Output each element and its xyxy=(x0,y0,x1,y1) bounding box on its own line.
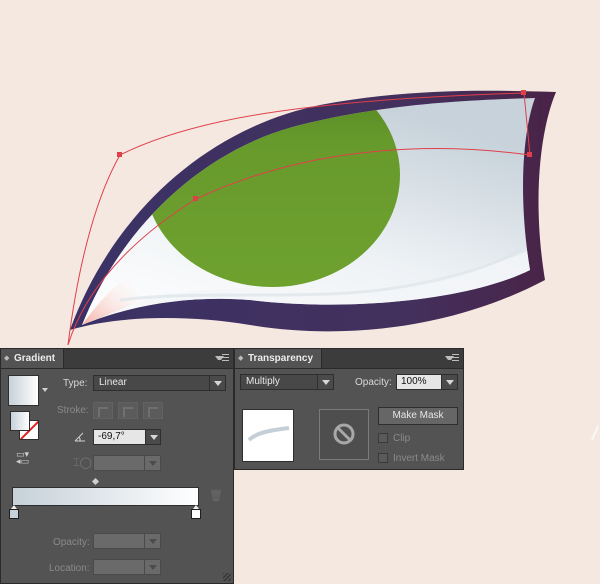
opacity-dropdown[interactable] xyxy=(93,533,161,549)
gradient-swatch-icon[interactable] xyxy=(8,375,39,406)
tab-gradient-label: Gradient xyxy=(14,353,56,364)
clip-label: Clip xyxy=(393,433,411,444)
angle-value: -69,7° xyxy=(98,431,125,442)
panel-menu-icon[interactable] xyxy=(215,353,229,363)
invert-mask-checkbox[interactable] xyxy=(378,453,388,463)
chevron-down-icon xyxy=(317,375,333,389)
aspect-ratio-icon: ⌶◯ xyxy=(73,457,92,469)
object-thumbnail[interactable] xyxy=(242,409,294,462)
tab-gradient[interactable]: ◆ Gradient xyxy=(1,349,65,368)
swatch-dropdown-icon[interactable] xyxy=(42,388,48,392)
transparency-opacity-field[interactable]: 100% xyxy=(396,374,442,390)
chevron-down-icon xyxy=(442,375,457,389)
angle-icon xyxy=(74,432,86,442)
no-mask-icon[interactable] xyxy=(319,409,369,460)
gradient-slider[interactable] xyxy=(12,487,199,506)
opacity-label: Opacity: xyxy=(53,537,90,548)
gradient-panel-header: ◆ Gradient xyxy=(1,349,233,369)
invert-mask-label: Invert Mask xyxy=(393,453,445,464)
type-value: Linear xyxy=(99,377,127,388)
stroke-across-button[interactable] xyxy=(143,402,163,419)
transparency-opacity-label: Opacity: xyxy=(355,377,392,388)
tab-transparency[interactable]: ◆ Transparency xyxy=(235,349,323,368)
trash-icon[interactable]: 🗑 xyxy=(209,490,223,502)
angle-dropdown[interactable] xyxy=(145,429,161,445)
location-dropdown[interactable] xyxy=(93,559,161,575)
gradient-stop-left[interactable] xyxy=(9,505,19,519)
transparency-panel-header: ◆ Transparency xyxy=(235,349,463,369)
collapse-icon[interactable]: ◆ xyxy=(238,349,243,368)
anchor-point xyxy=(521,90,526,95)
fill-swatch[interactable] xyxy=(10,411,30,431)
type-label: Type: xyxy=(63,378,88,389)
blend-mode-value: Multiply xyxy=(246,376,280,387)
blend-mode-dropdown[interactable]: Multiply xyxy=(240,374,334,390)
transparency-opacity-value: 100% xyxy=(401,376,427,387)
stroke-label: Stroke: xyxy=(57,405,89,416)
gradient-stop-right[interactable] xyxy=(191,505,201,519)
location-label: Location: xyxy=(49,563,90,574)
tab-transparency-label: Transparency xyxy=(248,353,314,364)
transparency-panel: ◆ Transparency Multiply Opacity: 100% Ma… xyxy=(234,348,464,470)
anchor-point xyxy=(193,196,198,201)
chevron-down-icon xyxy=(146,430,160,444)
clip-checkbox[interactable] xyxy=(378,433,388,443)
chevron-down-icon xyxy=(144,534,160,548)
gradient-midpoint[interactable] xyxy=(91,477,100,486)
type-dropdown[interactable]: Linear xyxy=(93,375,226,391)
stroke-within-button[interactable] xyxy=(93,402,113,419)
stroke-along-button[interactable] xyxy=(118,402,138,419)
aspect-ratio-dropdown[interactable] xyxy=(93,455,161,471)
chevron-down-icon xyxy=(144,560,160,574)
gradient-panel: ◆ Gradient ▭▾ ◂▭ Type: Linear Stroke: -69… xyxy=(0,348,234,584)
make-mask-label: Make Mask xyxy=(392,410,444,421)
reverse-gradient-icon[interactable]: ▭▾ ◂▭ xyxy=(16,450,32,466)
transparency-opacity-dropdown[interactable] xyxy=(441,374,458,390)
anchor-point xyxy=(117,152,122,157)
collapse-icon[interactable]: ◆ xyxy=(4,349,9,368)
angle-field[interactable]: -69,7° xyxy=(93,429,146,445)
chevron-down-icon xyxy=(209,376,225,390)
resize-grip-icon[interactable] xyxy=(223,573,231,581)
make-mask-button[interactable]: Make Mask xyxy=(378,407,458,425)
chevron-down-icon xyxy=(144,456,160,470)
panel-menu-icon[interactable] xyxy=(445,353,459,363)
anchor-point xyxy=(527,152,532,157)
